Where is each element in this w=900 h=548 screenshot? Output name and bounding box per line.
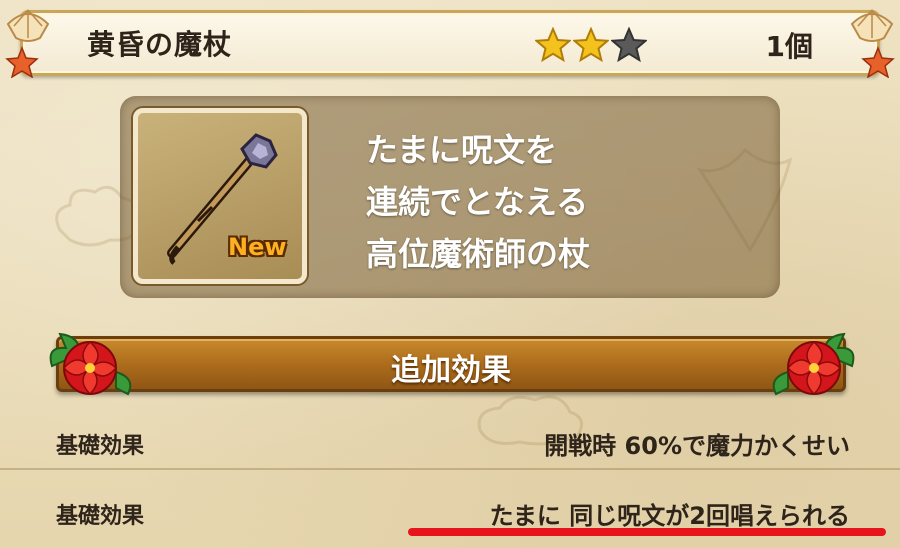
item-quantity: 1個: [765, 30, 813, 63]
effect-label: 基礎効果: [56, 504, 145, 529]
effect-value: 開戦時 60%で魔力かくせい: [544, 432, 850, 460]
hibiscus-flower-icon: [49, 332, 132, 396]
effect-value: たまに 同じ呪文が2回唱えられる: [489, 502, 850, 530]
effect-row: 基礎効果 開戦時 60%で魔力かくせい: [0, 410, 900, 470]
highlight-underline: [408, 528, 886, 536]
description-line: 高位魔術師の杖: [366, 235, 591, 273]
additional-effects-banner: 追加効果: [56, 336, 846, 392]
rarity-stars: [535, 27, 647, 63]
item-description: たまに呪文を 連続でとなえる 高位魔術師の杖: [366, 124, 590, 280]
seashell-starfish-icon: [850, 9, 895, 78]
effect-label: 基礎効果: [56, 434, 145, 459]
item-header-bar: 黄昏の魔杖 1個: [20, 10, 880, 76]
item-detail-panel: New たまに呪文を 連続でとなえる 高位魔術師の杖: [120, 96, 780, 298]
star-filled-icon: [535, 27, 571, 63]
row-divider: [0, 468, 900, 470]
hibiscus-flower-icon: [772, 332, 855, 396]
item-icon-frame: New: [133, 108, 307, 284]
star-empty-icon: [611, 27, 647, 63]
new-badge: New: [228, 233, 287, 261]
item-name: 黄昏の魔杖: [87, 28, 233, 61]
banner-title: 追加効果: [391, 353, 511, 388]
description-line: 連続でとなえる: [366, 183, 589, 221]
star-filled-icon: [573, 27, 609, 63]
seashell-starfish-icon: [5, 9, 50, 78]
description-line: たまに呪文を: [366, 131, 558, 169]
